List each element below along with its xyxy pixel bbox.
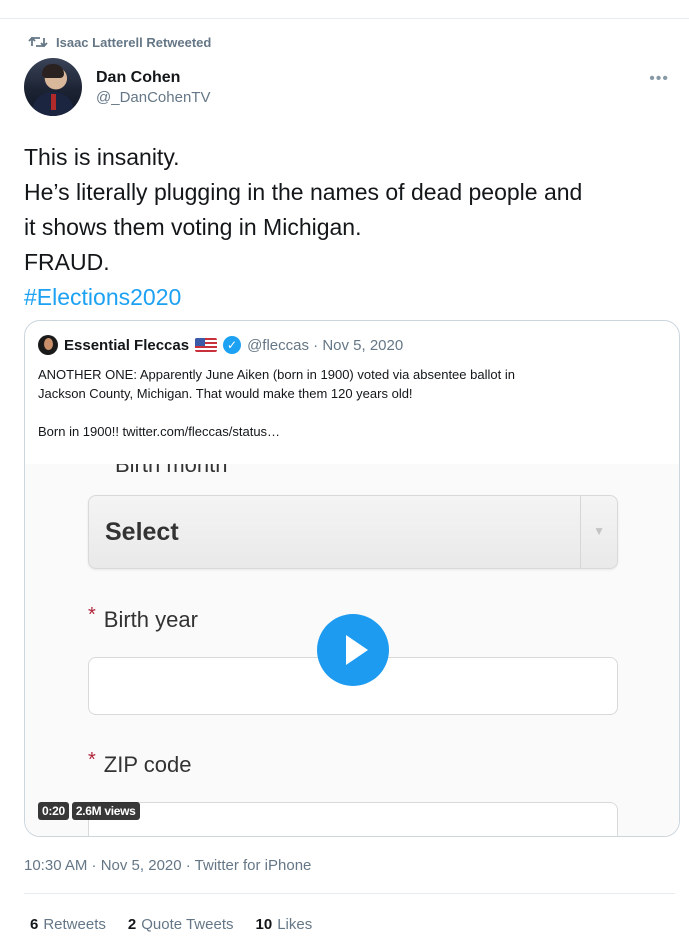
likes-stat[interactable]: 10 Likes (256, 916, 313, 933)
video-badges: 0:20 2.6M views (38, 802, 140, 820)
author-handle[interactable]: @_DanCohenTV (96, 89, 210, 106)
tweet-line: He’s literally plugging in the names of … (24, 179, 583, 205)
tweet-line: FRAUD. (24, 249, 110, 275)
quote-text: ANOTHER ONE: Apparently June Aiken (born… (38, 365, 668, 441)
retweet-context[interactable]: Isaac Latterell Retweeted (28, 34, 211, 50)
video-duration: 0:20 (38, 802, 69, 820)
quote-line: Jackson County, Michigan. That would mak… (38, 386, 413, 401)
video-field-label: * Birth year (88, 604, 198, 632)
tweet-line: it shows them voting in Michigan. (24, 214, 362, 240)
tweet-line: This is insanity. (24, 144, 180, 170)
retweet-label: Isaac Latterell Retweeted (56, 34, 212, 50)
quote-handle-date[interactable]: @fleccas · Nov 5, 2020 (247, 337, 403, 354)
tweet-stats: 6 Retweets 2 Quote Tweets 10 Likes (30, 916, 312, 933)
required-star-icon: * (88, 749, 96, 771)
avatar[interactable] (24, 58, 82, 116)
video-cut-label: Birth month (115, 464, 228, 477)
quote-line[interactable]: Born in 1900!! twitter.com/fleccas/statu… (38, 422, 668, 441)
tweet-timestamp[interactable]: 10:30 AM · Nov 5, 2020 · Twitter for iPh… (24, 857, 311, 874)
video-field-box (88, 802, 618, 836)
top-divider (0, 18, 689, 19)
video-select-box: Select ▼ (88, 495, 618, 569)
required-star-icon: * (88, 604, 96, 626)
quote-line: ANOTHER ONE: Apparently June Aiken (born… (38, 367, 515, 382)
more-icon[interactable]: ••• (649, 70, 669, 88)
author-block: Dan Cohen @_DanCohenTV (24, 58, 210, 116)
quote-avatar[interactable] (38, 335, 58, 355)
hashtag-link[interactable]: #Elections2020 (24, 280, 674, 315)
quote-tweets-stat[interactable]: 2 Quote Tweets (128, 916, 234, 933)
chevron-down-icon: ▼ (593, 524, 605, 538)
retweet-icon (28, 36, 48, 48)
verified-icon: ✓ (223, 336, 242, 354)
author-name[interactable]: Dan Cohen (96, 69, 210, 87)
quote-header: Essential Fleccas ✓ @fleccas · Nov 5, 20… (38, 335, 403, 355)
play-icon[interactable] (317, 614, 389, 686)
quote-author-name[interactable]: Essential Fleccas (64, 337, 189, 354)
divider (24, 893, 675, 894)
video-views: 2.6M views (71, 802, 140, 820)
video-select-text: Select (105, 518, 179, 546)
tweet-text: This is insanity. He’s literally pluggin… (24, 140, 674, 315)
retweets-stat[interactable]: 6 Retweets (30, 916, 106, 933)
video-field-label: * ZIP code (88, 749, 192, 777)
us-flag-icon (195, 338, 218, 352)
quoted-tweet[interactable]: Essential Fleccas ✓ @fleccas · Nov 5, 20… (24, 320, 680, 837)
video-player[interactable]: Birth month Select ▼ * Birth year * ZIP co… (25, 464, 679, 836)
